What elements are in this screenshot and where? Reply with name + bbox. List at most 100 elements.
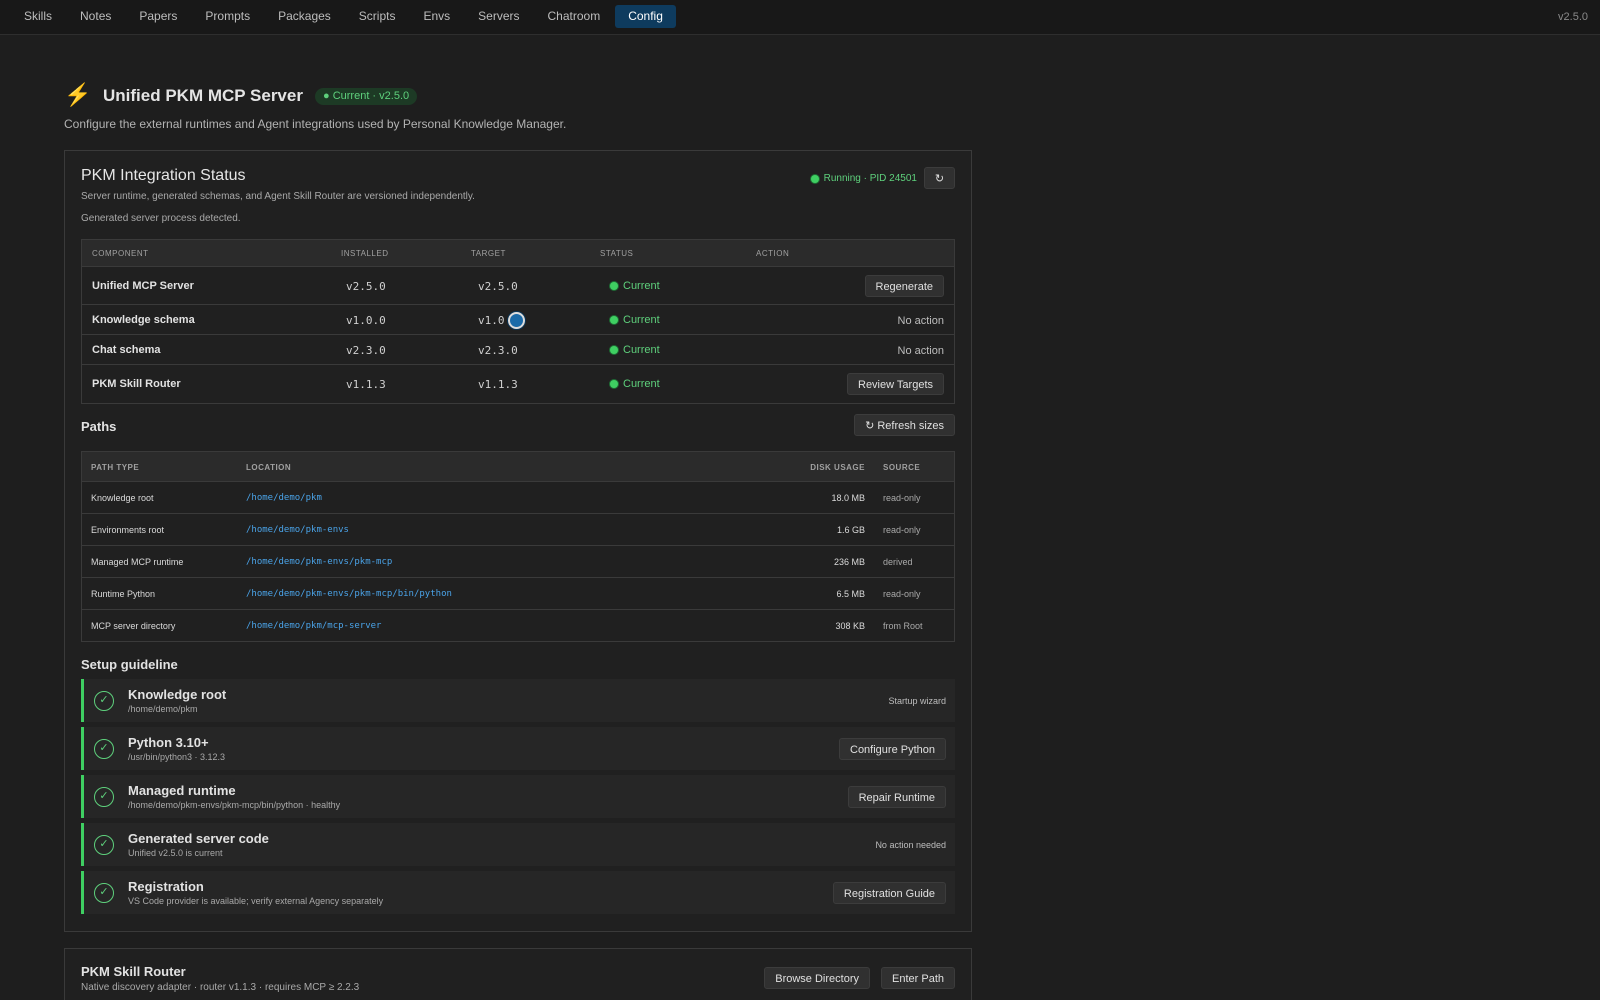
step-note: No action needed bbox=[875, 840, 946, 850]
status-label: Current bbox=[623, 279, 660, 292]
path-location-link[interactable]: /home/demo/pkm-envs/pkm-mcp/bin/python bbox=[246, 589, 452, 599]
column-header: Component bbox=[92, 249, 149, 258]
tab-scripts[interactable]: Scripts bbox=[346, 5, 409, 28]
table-row: Unified MCP Server v2.5.0 v2.5.0 Current Reg… bbox=[82, 267, 954, 305]
integration-status-panel: PKM Integration Status Server runtime, g… bbox=[64, 150, 972, 932]
panel-subtitle: Server runtime, generated schemas, and A… bbox=[81, 191, 475, 202]
tab-servers[interactable]: Servers bbox=[465, 5, 532, 28]
component-status: Current bbox=[610, 280, 660, 292]
path-location-link[interactable]: /home/demo/pkm bbox=[246, 493, 322, 503]
step-title: Managed runtime bbox=[128, 783, 236, 798]
column-header: Target bbox=[471, 249, 506, 258]
column-header: Installed bbox=[341, 249, 389, 258]
status-dot-icon bbox=[610, 281, 618, 290]
status-dot-icon bbox=[610, 379, 618, 388]
disk-usage: 1.6 GB bbox=[836, 525, 865, 535]
router-title: PKM Skill Router bbox=[81, 964, 186, 979]
component-name: PKM Skill Router bbox=[92, 377, 181, 390]
status-dot-icon bbox=[610, 345, 618, 354]
component-status: Current bbox=[610, 378, 660, 390]
component-status: Current bbox=[610, 314, 660, 326]
action-note: No action bbox=[897, 314, 944, 327]
mouse-cursor bbox=[508, 312, 525, 329]
column-header: Path type bbox=[91, 463, 140, 472]
top-nav: Skills Notes Papers Prompts Packages Scripts E… bbox=[0, 0, 1600, 35]
path-source: read-only bbox=[883, 525, 921, 535]
check-icon: ✓ bbox=[94, 739, 114, 759]
components-table-header: Component Installed Target Status Action bbox=[82, 240, 954, 267]
table-row: MCP server directory/home/demo/pkm/mcp-s… bbox=[82, 610, 954, 641]
path-source: from Root bbox=[883, 621, 923, 631]
status-label: Current bbox=[623, 377, 660, 390]
table-row: Knowledge root/home/demo/pkm 18.0 MB read-… bbox=[82, 482, 954, 514]
disk-usage: 6.5 MB bbox=[836, 589, 865, 599]
installed-version: v1.1.3 bbox=[346, 377, 386, 391]
repair-runtime-button[interactable]: Repair Runtime bbox=[847, 786, 946, 808]
component-name: Knowledge schema bbox=[92, 313, 195, 326]
path-type: Managed MCP runtime bbox=[91, 557, 184, 567]
step-title: Python 3.10+ bbox=[128, 735, 209, 750]
tab-notes[interactable]: Notes bbox=[67, 5, 124, 28]
review-targets-button[interactable]: Review Targets bbox=[847, 373, 944, 395]
page-subtitle: Configure the external runtimes and Agen… bbox=[64, 117, 567, 131]
configure-python-button[interactable]: Configure Python bbox=[839, 738, 946, 760]
page-title: Unified PKM MCP Server bbox=[103, 86, 303, 105]
tab-skills[interactable]: Skills bbox=[11, 5, 65, 28]
column-header: Source bbox=[883, 463, 921, 472]
path-source: read-only bbox=[883, 589, 921, 599]
panel-title: PKM Integration Status bbox=[81, 167, 246, 184]
status-dot-icon bbox=[610, 315, 618, 324]
running-status: Running · PID 24501 bbox=[810, 173, 917, 184]
disk-usage: 308 KB bbox=[835, 621, 865, 631]
tab-chatroom[interactable]: Chatroom bbox=[535, 5, 614, 28]
paths-table-header: Path type Location Disk usage Source bbox=[82, 452, 954, 482]
step-title: Generated server code bbox=[128, 831, 269, 846]
target-version: v1.0 bbox=[478, 313, 505, 327]
refresh-sizes-button[interactable]: ↻ Refresh sizes bbox=[854, 414, 955, 436]
step-detail: Unified v2.5.0 is current bbox=[128, 848, 223, 858]
column-header: Location bbox=[246, 463, 292, 472]
registration-guide-button[interactable]: Registration Guide bbox=[832, 882, 946, 904]
step-detail: VS Code provider is available; verify ex… bbox=[128, 896, 384, 906]
tab-config[interactable]: Config bbox=[615, 5, 676, 28]
app-version: v2.5.0 bbox=[1558, 11, 1588, 23]
path-type: MCP server directory bbox=[91, 621, 176, 631]
tab-prompts[interactable]: Prompts bbox=[192, 5, 263, 28]
status-dot-icon bbox=[810, 174, 819, 183]
component-name: Unified MCP Server bbox=[92, 279, 194, 292]
path-source: read-only bbox=[883, 493, 921, 503]
setup-step: ✓ Knowledge root/home/demo/pkm Startup wiz… bbox=[81, 679, 955, 722]
action-note: No action bbox=[897, 344, 944, 357]
status-label: Current bbox=[623, 313, 660, 326]
path-location-link[interactable]: /home/demo/pkm-envs bbox=[246, 525, 349, 535]
paths-title: Paths bbox=[81, 419, 117, 434]
target-version: v2.3.0 bbox=[478, 343, 518, 357]
step-detail: /home/demo/pkm-envs/pkm-mcp/bin/python ·… bbox=[128, 800, 341, 810]
refresh-status-button[interactable]: ↻ bbox=[924, 167, 955, 189]
component-name: Chat schema bbox=[92, 343, 161, 356]
target-version: v2.5.0 bbox=[478, 279, 518, 293]
path-location-link[interactable]: /home/demo/pkm-envs/pkm-mcp bbox=[246, 557, 392, 567]
running-status-label: Running · PID 24501 bbox=[823, 173, 917, 184]
tab-envs[interactable]: Envs bbox=[410, 5, 463, 28]
browse-directory-button[interactable]: Browse Directory bbox=[764, 967, 870, 989]
table-row: PKM Skill Router v1.1.3 v1.1.3 Current Revie… bbox=[82, 365, 954, 403]
path-location-link[interactable]: /home/demo/pkm/mcp-server bbox=[246, 621, 381, 631]
step-title: Knowledge root bbox=[128, 687, 227, 702]
step-detail: /usr/bin/python3 · 3.12.3 bbox=[128, 752, 226, 762]
path-type: Runtime Python bbox=[91, 589, 156, 599]
regenerate-button[interactable]: Regenerate bbox=[864, 275, 944, 297]
step-title: Registration bbox=[128, 879, 204, 894]
check-icon: ✓ bbox=[94, 835, 114, 855]
path-type: Environments root bbox=[91, 525, 165, 535]
enter-path-button[interactable]: Enter Path bbox=[881, 967, 955, 989]
skill-router-panel: PKM Skill Router Native discovery adapte… bbox=[64, 948, 972, 1000]
table-row: Runtime Python/home/demo/pkm-envs/pkm-mc… bbox=[82, 578, 954, 610]
step-detail: /home/demo/pkm bbox=[128, 704, 198, 714]
component-status: Current bbox=[610, 344, 660, 356]
step-note: Startup wizard bbox=[888, 696, 946, 706]
table-row: Chat schema v2.3.0 v2.3.0 Current No action bbox=[82, 335, 954, 365]
tab-papers[interactable]: Papers bbox=[126, 5, 190, 28]
check-icon: ✓ bbox=[94, 883, 114, 903]
tab-packages[interactable]: Packages bbox=[265, 5, 344, 28]
